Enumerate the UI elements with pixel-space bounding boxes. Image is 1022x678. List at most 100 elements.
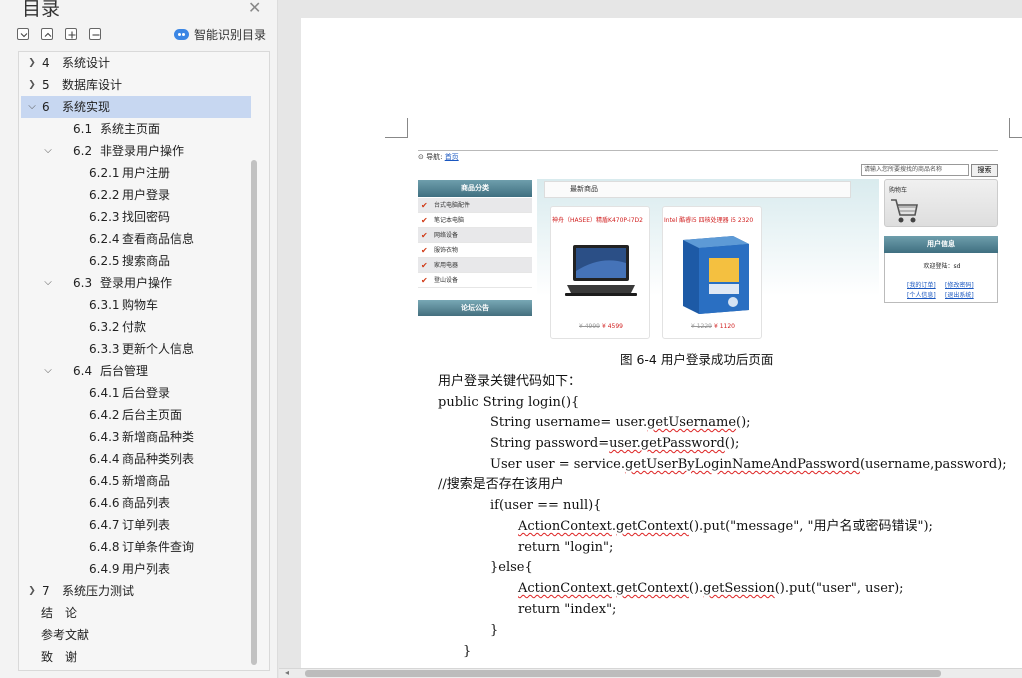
toc-item[interactable]: 6.3.3 更新个人信息 (21, 338, 251, 360)
code-line: if(user == null){ (490, 498, 602, 513)
figure-category-item[interactable]: 登山设备 (418, 273, 532, 288)
chevron-right-icon[interactable]: ❯ (27, 74, 37, 96)
figure-search-input[interactable]: 请输入您所要搜找的商品名称 (861, 164, 969, 176)
toc-item[interactable]: ❯ 5 数据库设计 (21, 74, 251, 96)
toc-item[interactable]: 6.4.5 新增商品 (21, 470, 251, 492)
toc-item[interactable]: 6.2.2 用户登录 (21, 184, 251, 206)
figure-product-price: ¥ 1229 ¥ 1120 (691, 323, 735, 330)
toc-item[interactable]: ❯ 4 系统设计 (21, 52, 251, 74)
toc-item-number: 6.2.2 (89, 188, 120, 202)
toc-item[interactable]: 6.3.1 购物车 (21, 294, 251, 316)
figure-cart-box[interactable]: 购物车 (884, 179, 998, 227)
toc-item-label: 新增商品 (122, 474, 171, 488)
toc-item[interactable]: 6.4.8 订单条件查询 (21, 536, 251, 558)
toc-item-label: 后台主页面 (122, 408, 183, 422)
toc-item[interactable]: 6.4.1 后台登录 (21, 382, 251, 404)
toc-item-number: 5 (42, 78, 50, 92)
toc-item-label: 订单列表 (122, 518, 171, 532)
body-text: 用户登录关键代码如下： (438, 374, 582, 389)
toc-item-label: 新增商品种类 (122, 430, 195, 444)
toc-item-number: 6.2.5 (89, 254, 120, 268)
figure-product-name: 神舟（HASEE）精盾K470P-i7D2 (552, 217, 643, 224)
horizontal-scrollbar[interactable]: ◂ (279, 668, 1022, 678)
figure-link-my-orders[interactable]: [我的订单] (907, 280, 936, 289)
expand-up-icon[interactable] (41, 28, 53, 40)
toc-scrollbar[interactable] (251, 160, 257, 665)
toc-item-label: 非登录用户操作 (100, 144, 185, 158)
toc-item-label: 付款 (122, 320, 147, 334)
figure-breadcrumb: ⊙ 导航: 首页 (418, 152, 459, 162)
toc-item-number: 6.4 (73, 364, 93, 378)
code-line: ActionContext.getContext().put("message"… (518, 519, 933, 534)
chevron-down-icon[interactable]: ⌵ (43, 360, 53, 382)
figure-link-personal-info[interactable]: [个人信息] (907, 290, 936, 299)
smart-toc-button[interactable]: 智能识别目录 (174, 26, 266, 42)
toc-item-number: 6.3.1 (89, 298, 120, 312)
figure-link-logout[interactable]: [退出系统] (945, 290, 974, 299)
crop-mark (1009, 118, 1010, 138)
toc-item[interactable]: 6.2.1 用户注册 (21, 162, 251, 184)
horizontal-scroll-thumb[interactable] (305, 670, 941, 677)
new-price: ¥ 4599 (602, 323, 623, 330)
figure-category-list: 台式电脑配件笔记本电脑网络设备服饰衣物家用电器登山设备 (418, 198, 532, 288)
toc-item[interactable]: 6.4.2 后台主页面 (21, 404, 251, 426)
toc-item[interactable]: 6.4.6 商品列表 (21, 492, 251, 514)
expand-all-icon[interactable] (65, 28, 77, 40)
toc-item[interactable]: 6.3.2 付款 (21, 316, 251, 338)
toc-item-number: 6.4.6 (89, 496, 120, 510)
toc-item[interactable]: ⌵ 6.2 非登录用户操作 (21, 140, 251, 162)
toc-item-number: 6.3 (73, 276, 93, 290)
toc-item[interactable]: 6.2.4 查看商品信息 (21, 228, 251, 250)
toc-item-label: 商品列表 (122, 496, 171, 510)
figure-nav-home-link[interactable]: 首页 (445, 153, 459, 161)
code-line: }else{ (490, 560, 533, 575)
toc-item[interactable]: 6.2.5 搜索商品 (21, 250, 251, 272)
chevron-right-icon[interactable]: ❯ (27, 580, 37, 602)
figure-category-item[interactable]: 台式电脑配件 (418, 198, 532, 213)
toc-item[interactable]: 致 谢 (21, 646, 251, 668)
toc-item-number: 6.4.8 (89, 540, 120, 554)
toc-item[interactable]: 6.4.4 商品种类列表 (21, 448, 251, 470)
toc-item[interactable]: 6.1 系统主页面 (21, 118, 251, 140)
toc-item-label: 后台管理 (100, 364, 149, 378)
toc-item-number: 6.4.9 (89, 562, 120, 576)
toc-item-label: 登录用户操作 (100, 276, 173, 290)
figure-category-item[interactable]: 服饰衣物 (418, 243, 532, 258)
close-icon[interactable]: ✕ (248, 0, 261, 17)
toc-item[interactable]: ⌵ 6.4 后台管理 (21, 360, 251, 382)
toc-item[interactable]: ⌵ 6.3 登录用户操作 (21, 272, 251, 294)
figure-category-item[interactable]: 家用电器 (418, 258, 532, 273)
figure-screenshot: ⊙ 导航: 首页 请输入您所要搜找的商品名称 搜索 商品分类 台式电脑配件笔记本… (418, 150, 998, 342)
figure-product-card[interactable]: 神舟（HASEE）精盾K470P-i7D2 ¥ 4999 ¥ 4599 (550, 206, 650, 339)
toc-item[interactable]: 结 论 (21, 602, 251, 624)
figure-cart-title: 购物车 (889, 187, 908, 194)
toc-item[interactable]: 6.4.3 新增商品种类 (21, 426, 251, 448)
chevron-right-icon[interactable]: ❯ (27, 52, 37, 74)
figure-category-item[interactable]: 网络设备 (418, 228, 532, 243)
toc-item-number: 6.4.2 (89, 408, 120, 422)
figure-product-card[interactable]: Intel 酷睿i5 四核处理器 i5 2320 ¥ 1229 ¥ 1120 (662, 206, 762, 339)
toc-item-number: 6.4.3 (89, 430, 120, 444)
toc-item-label: 用户登录 (122, 188, 171, 202)
toc-item-number: 6.3.3 (89, 342, 120, 356)
scroll-left-icon[interactable]: ◂ (285, 668, 289, 677)
collapse-minus-icon[interactable] (89, 28, 101, 40)
toc-item[interactable]: ⌵ 6 系统实现 (21, 96, 251, 118)
toc-item[interactable]: 6.4.7 订单列表 (21, 514, 251, 536)
collapse-all-icon[interactable] (17, 28, 29, 40)
toc-item[interactable]: ❯ 7 系统压力测试 (21, 580, 251, 602)
cpu-box-image (683, 236, 749, 314)
figure-link-change-password[interactable]: [修改密码] (945, 280, 974, 289)
code-line: ActionContext.getContext().getSession().… (518, 581, 904, 596)
chevron-down-icon[interactable]: ⌵ (43, 140, 53, 162)
figure-product-name: Intel 酷睿i5 四核处理器 i5 2320 (664, 217, 754, 224)
toc-item[interactable]: 参考文献 (21, 624, 251, 646)
chevron-down-icon[interactable]: ⌵ (43, 272, 53, 294)
toc-item-label: 找回密码 (122, 210, 171, 224)
toc-item[interactable]: 6.2.3 找回密码 (21, 206, 251, 228)
toc-item[interactable]: 6.4.9 用户列表 (21, 558, 251, 580)
chevron-down-icon[interactable]: ⌵ (27, 96, 37, 118)
figure-search-button[interactable]: 搜索 (971, 164, 998, 177)
figure-category-item[interactable]: 笔记本电脑 (418, 213, 532, 228)
toc-item-number: 6.2.1 (89, 166, 120, 180)
